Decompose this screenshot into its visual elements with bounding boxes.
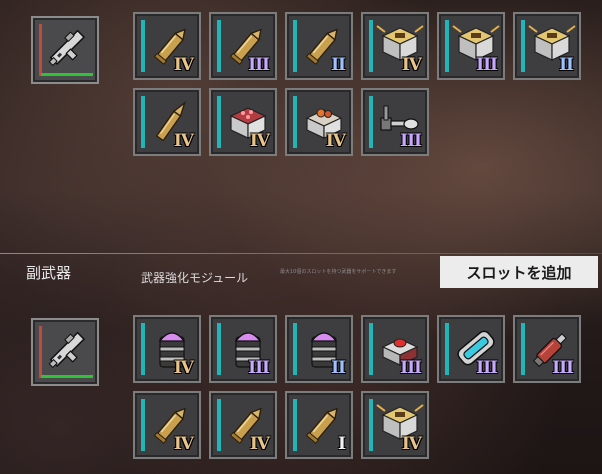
primary-module-slot[interactable]: III: [209, 12, 277, 80]
secondary-module-slot[interactable]: III: [513, 315, 581, 383]
slot-accent-bar: [445, 323, 449, 375]
weapon-icon: [48, 29, 86, 67]
primary-module-slot[interactable]: IV: [361, 12, 429, 80]
primary-module-slot[interactable]: II: [513, 12, 581, 80]
add-slot-button[interactable]: スロットを追加: [440, 256, 598, 288]
secondary-weapon-slot[interactable]: [31, 318, 99, 386]
module-label: 武器強化モジュール: [141, 271, 249, 285]
primary-module-slot[interactable]: IV: [133, 88, 201, 156]
tier-label: IV: [249, 434, 270, 454]
slot-accent-bar: [217, 399, 221, 451]
primary-module-slot[interactable]: II: [285, 12, 353, 80]
tier-label: III: [400, 131, 422, 151]
primary-module-slot[interactable]: IV: [285, 88, 353, 156]
tier-label: IV: [325, 131, 346, 151]
primary-module-slot[interactable]: III: [437, 12, 505, 80]
secondary-module-slot[interactable]: III: [437, 315, 505, 383]
tier-label: III: [248, 358, 270, 378]
tier-label: III: [476, 358, 498, 378]
tier-label: III: [400, 358, 422, 378]
tier-label: IV: [173, 358, 194, 378]
slot-accent-bar: [293, 20, 297, 72]
slot-accent-bar: [369, 323, 373, 375]
secondary-module-slot[interactable]: III: [209, 315, 277, 383]
tier-label: III: [476, 55, 498, 75]
slot-accent-bar: [141, 323, 145, 375]
tier-label: III: [248, 55, 270, 75]
tier-label: IV: [249, 131, 270, 151]
tier-label: II: [559, 55, 574, 75]
weapon-health-bar: [41, 73, 93, 76]
secondary-module-slot[interactable]: IV: [133, 391, 201, 459]
primary-module-slot[interactable]: IV: [133, 12, 201, 80]
slot-accent-bar: [445, 20, 449, 72]
section-divider: [0, 253, 602, 254]
secondary-module-slot[interactable]: IV: [361, 391, 429, 459]
tier-label: IV: [173, 55, 194, 75]
slot-accent-bar: [521, 323, 525, 375]
secondary-module-slot[interactable]: I: [285, 391, 353, 459]
slot-accent-bar: [293, 399, 297, 451]
slot-accent-bar: [293, 96, 297, 148]
tier-label: IV: [173, 434, 194, 454]
tier-label: IV: [173, 131, 194, 151]
secondary-module-slot[interactable]: IV: [209, 391, 277, 459]
tier-label: III: [552, 358, 574, 378]
slot-accent-bar: [521, 20, 525, 72]
tier-label: IV: [401, 55, 422, 75]
secondary-module-slot[interactable]: IV: [133, 315, 201, 383]
tier-label: IV: [401, 434, 422, 454]
slot-accent-bar: [369, 96, 373, 148]
secondary-weapon-title: 副武器: [26, 264, 72, 282]
slot-accent-bar: [141, 399, 145, 451]
slot-accent-bar: [217, 96, 221, 148]
tier-label: I: [338, 434, 346, 454]
primary-module-slot[interactable]: IV: [209, 88, 277, 156]
slot-accent-bar: [369, 399, 373, 451]
weapon-icon: [48, 331, 86, 369]
slot-accent-bar: [217, 20, 221, 72]
primary-weapon-slot[interactable]: [31, 16, 99, 84]
slot-accent-bar: [293, 323, 297, 375]
tier-label: II: [331, 55, 346, 75]
slot-accent-bar: [217, 323, 221, 375]
slot-hint-text: 最大10個のスロットを持つ武器をサポートできます: [280, 269, 397, 275]
weapon-health-bar: [41, 375, 93, 378]
primary-module-slot[interactable]: III: [361, 88, 429, 156]
slot-accent-bar: [141, 20, 145, 72]
secondary-module-slot[interactable]: III: [361, 315, 429, 383]
slot-accent-bar: [369, 20, 373, 72]
slot-accent-bar: [141, 96, 145, 148]
secondary-module-slot[interactable]: II: [285, 315, 353, 383]
tier-label: II: [331, 358, 346, 378]
